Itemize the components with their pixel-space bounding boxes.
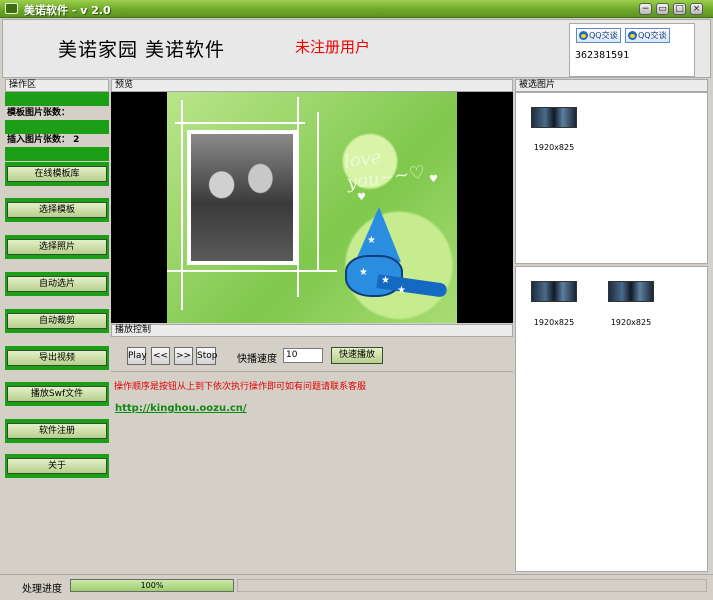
selected-images-bottom: 1920x825 1920x825 bbox=[515, 266, 708, 572]
about-button[interactable]: 关于 bbox=[7, 458, 107, 474]
wizard-cartoon: ★ ★ ★ ★ bbox=[337, 207, 448, 302]
template-count-label: 模板图片张数： bbox=[5, 108, 109, 119]
auto-select-button[interactable]: 自动选片 bbox=[7, 276, 107, 292]
fast-play-button[interactable]: 快速播放 bbox=[331, 347, 383, 364]
stop-button[interactable]: Stop bbox=[196, 347, 217, 365]
playback-panel-header: 播放控制 bbox=[111, 324, 513, 337]
preview-photo: love you~~♡ ♥ ♥ ★ ★ ★ ★ bbox=[167, 92, 457, 323]
operation-panel-header: 操作区 bbox=[5, 79, 109, 92]
star-icon: ★ bbox=[367, 235, 376, 246]
star-icon: ★ bbox=[359, 267, 368, 278]
playback-controls: Play << >> Stop 快播速度 10 快速播放 bbox=[111, 337, 513, 370]
maximize-button[interactable]: □ bbox=[673, 3, 686, 15]
header-banner: 美诺家园 美诺软件 未注册用户 QQ交谈 QQ交谈 362381591 bbox=[2, 19, 711, 78]
progress-bar: 100% bbox=[70, 579, 234, 592]
insert-count-label: 插入图片张数： 2 bbox=[5, 135, 109, 146]
info-area: 操作顺序是按钮从上到下依次执行操作即可如有问题请联系客服 http://king… bbox=[111, 371, 513, 572]
preview-area: love you~~♡ ♥ ♥ ★ ★ ★ ★ bbox=[111, 92, 513, 323]
qq-chat-button-1[interactable]: QQ交谈 bbox=[576, 28, 621, 43]
speed-label: 快播速度 bbox=[237, 354, 277, 365]
window-title: 美诺软件 - v 2.0 bbox=[24, 4, 111, 17]
website-link[interactable]: http://kinghou.oozu.cn/ bbox=[115, 403, 247, 414]
speed-input[interactable]: 10 bbox=[283, 348, 323, 363]
preview-panel-header: 预览 bbox=[111, 79, 513, 92]
play-swf-button[interactable]: 播放Swf文件 bbox=[7, 386, 107, 402]
instruction-text: 操作顺序是按钮从上到下依次执行操作即可如有问题请联系客服 bbox=[114, 382, 367, 392]
progress-label: 处理进度 bbox=[22, 584, 62, 595]
qq-penguin-icon bbox=[579, 31, 588, 40]
minimize-button[interactable]: − bbox=[639, 3, 652, 15]
title-bar[interactable]: 美诺软件 - v 2.0 − ▭ □ × bbox=[0, 0, 713, 18]
couple-photo-frame bbox=[187, 130, 297, 265]
previous-button[interactable]: << bbox=[151, 347, 170, 365]
status-segment bbox=[237, 579, 707, 592]
online-template-button[interactable]: 在线模板库 bbox=[7, 166, 107, 182]
love-you-text: love you~~♡ bbox=[342, 146, 427, 194]
app-icon bbox=[5, 3, 18, 14]
heart-icon: ♥ bbox=[429, 174, 438, 185]
auto-crop-button[interactable]: 自动裁剪 bbox=[7, 313, 107, 329]
heart-icon: ♥ bbox=[357, 192, 366, 203]
play-button[interactable]: Play bbox=[127, 347, 147, 365]
thumbnail-size-label: 1920x825 bbox=[533, 143, 575, 152]
star-icon: ★ bbox=[397, 285, 406, 296]
brand-title: 美诺家园 美诺软件 bbox=[58, 39, 226, 61]
status-bar: 处理进度 100% bbox=[0, 574, 713, 600]
selected-images-top: 1920x825 bbox=[515, 92, 708, 264]
selected-panel-header: 被选图片 bbox=[515, 79, 708, 92]
image-thumbnail[interactable] bbox=[531, 107, 577, 128]
qq-contact-box: QQ交谈 QQ交谈 362381591 bbox=[569, 23, 695, 77]
operation-panel: 模板图片张数： 插入图片张数： 2 在线模板库 选择模板 选择照片 自动选片 自… bbox=[5, 92, 109, 572]
qq-penguin-icon bbox=[628, 31, 637, 40]
qq-number: 362381591 bbox=[575, 50, 630, 61]
qq-chat-button-2[interactable]: QQ交谈 bbox=[625, 28, 670, 43]
image-thumbnail[interactable] bbox=[531, 281, 577, 302]
thumbnail-size-label: 1920x825 bbox=[533, 318, 575, 327]
progress-percent: 100% bbox=[140, 581, 164, 590]
star-icon: ★ bbox=[381, 275, 390, 286]
next-button[interactable]: >> bbox=[174, 347, 193, 365]
restore-button[interactable]: ▭ bbox=[656, 3, 669, 15]
select-template-button[interactable]: 选择模板 bbox=[7, 202, 107, 218]
image-thumbnail[interactable] bbox=[608, 281, 654, 302]
close-button[interactable]: × bbox=[690, 3, 703, 15]
select-photo-button[interactable]: 选择照片 bbox=[7, 239, 107, 255]
export-video-button[interactable]: 导出视频 bbox=[7, 350, 107, 366]
unregistered-label: 未注册用户 bbox=[295, 38, 371, 56]
couple-photo bbox=[191, 134, 293, 261]
thumbnail-size-label: 1920x825 bbox=[610, 318, 652, 327]
register-button[interactable]: 软件注册 bbox=[7, 423, 107, 439]
